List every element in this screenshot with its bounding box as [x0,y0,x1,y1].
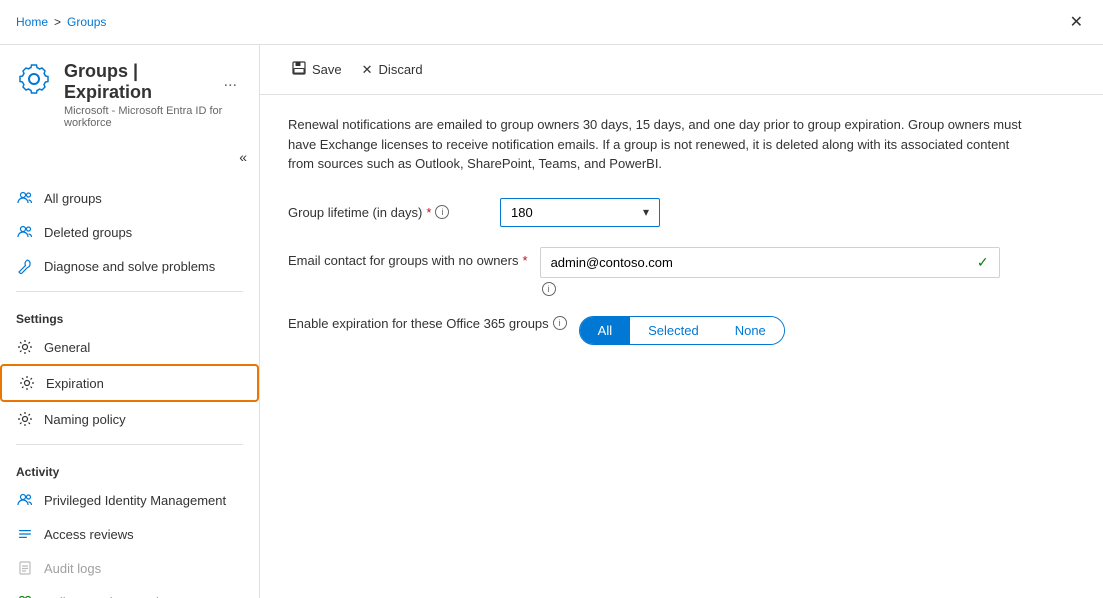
enable-expiration-label-text: Enable expiration for these Office 365 g… [288,316,549,331]
breadcrumb-separator: > [54,15,61,29]
sidebar-item-pim[interactable]: Privileged Identity Management [0,483,259,517]
close-button[interactable]: ✕ [1066,8,1087,36]
discard-label: Discard [379,62,423,77]
sidebar-title-area: Groups | Expiration ... Microsoft - Micr… [64,61,243,129]
enable-expiration-info-icon[interactable]: i [553,316,567,330]
people-icon [16,189,34,207]
gear-naming-icon [16,410,34,428]
email-contact-row: Email contact for groups with no owners … [288,247,1075,296]
sidebar-header: Groups | Expiration ... Microsoft - Micr… [0,45,259,137]
content-area: Save ✕ Discard Renewal notifications are… [260,45,1103,598]
enable-expiration-title: Enable expiration for these Office 365 g… [288,316,567,331]
pim-icon [16,491,34,509]
expiration-toggle-group: All Selected None [579,316,785,345]
discard-icon: ✕ [362,62,373,78]
main-layout: Groups | Expiration ... Microsoft - Micr… [0,45,1103,598]
save-label: Save [312,62,342,77]
sidebar-item-audit-logs-label: Audit logs [44,561,101,576]
people-deleted-icon [16,223,34,241]
group-lifetime-select[interactable]: 180 365 730 Custom [511,205,635,220]
sidebar-item-expiration[interactable]: Expiration [0,364,259,402]
sidebar-collapse-button[interactable]: « [235,145,251,169]
sidebar-main-icon [16,61,52,97]
list-icon [16,525,34,543]
sidebar-navigation: All groups Deleted groups [0,177,259,598]
toggle-selected-button[interactable]: Selected [630,317,717,344]
sidebar-item-expiration-label: Expiration [46,376,104,391]
email-check-icon: ✓ [977,254,989,271]
sidebar-item-pim-label: Privileged Identity Management [44,493,226,508]
group-lifetime-label-text: Group lifetime (in days) [288,205,422,220]
sidebar-item-naming-policy[interactable]: Naming policy [0,402,259,436]
group-lifetime-required: * [426,205,431,220]
content-body: Renewal notifications are emailed to gro… [260,95,1103,365]
sidebar-item-all-groups[interactable]: All groups [0,181,259,215]
save-icon [292,61,306,78]
settings-section-label: Settings [0,300,259,330]
wrench-icon [16,257,34,275]
sidebar-item-audit-logs: Audit logs [0,551,259,585]
email-contact-label: Email contact for groups with no owners … [288,247,528,268]
sidebar-item-diagnose[interactable]: Diagnose and solve problems [0,249,259,283]
doc-icon [16,559,34,577]
breadcrumb-home[interactable]: Home [16,15,48,29]
settings-divider [16,291,243,292]
sidebar: Groups | Expiration ... Microsoft - Micr… [0,45,260,598]
sidebar-item-deleted-groups[interactable]: Deleted groups [0,215,259,249]
discard-button[interactable]: ✕ Discard [354,58,431,82]
save-button[interactable]: Save [284,57,350,82]
group-lifetime-label: Group lifetime (in days) * i [288,205,488,220]
sidebar-item-bulk-ops[interactable]: Bulk operation results [0,585,259,598]
group-lifetime-row: Group lifetime (in days) * i 180 365 730… [288,198,1075,227]
breadcrumb: Home > Groups [16,15,1066,29]
sidebar-subtitle: Microsoft - Microsoft Entra ID for workf… [64,105,243,129]
sidebar-item-diagnose-label: Diagnose and solve problems [44,259,215,274]
sidebar-more-button[interactable]: ... [218,71,243,93]
sidebar-item-all-groups-label: All groups [44,191,102,206]
sidebar-item-deleted-groups-label: Deleted groups [44,225,132,240]
description-text: Renewal notifications are emailed to gro… [288,115,1028,174]
toggle-none-button[interactable]: None [717,317,784,344]
sidebar-title-text: Groups | Expiration [64,61,210,103]
gear-icon [16,338,34,356]
email-contact-input-wrapper: ✓ [540,247,1000,278]
enable-expiration-label: Enable expiration for these Office 365 g… [288,316,567,331]
breadcrumb-groups[interactable]: Groups [67,15,106,29]
bulk-ops-icon [16,593,34,598]
email-required: * [523,253,528,268]
chevron-down-icon: ▾ [643,205,649,219]
toggle-all-button[interactable]: All [580,317,630,344]
email-info-icon[interactable]: i [542,282,556,296]
group-lifetime-info-icon[interactable]: i [435,205,449,219]
sidebar-item-access-reviews[interactable]: Access reviews [0,517,259,551]
activity-section-label: Activity [0,453,259,483]
activity-divider [16,444,243,445]
email-contact-label-text: Email contact for groups with no owners [288,253,519,268]
sidebar-title: Groups | Expiration ... [64,61,243,103]
group-lifetime-dropdown[interactable]: 180 365 730 Custom ▾ [500,198,660,227]
sidebar-item-access-reviews-label: Access reviews [44,527,134,542]
sidebar-item-bulk-ops-label: Bulk operation results [44,595,169,598]
sidebar-item-general[interactable]: General [0,330,259,364]
enable-expiration-row: Enable expiration for these Office 365 g… [288,316,1075,345]
sidebar-item-general-label: General [44,340,90,355]
top-bar: Home > Groups ✕ [0,0,1103,45]
email-contact-input[interactable] [551,255,977,270]
content-toolbar: Save ✕ Discard [260,45,1103,95]
gear-expiration-icon [18,374,36,392]
sidebar-item-naming-policy-label: Naming policy [44,412,126,427]
